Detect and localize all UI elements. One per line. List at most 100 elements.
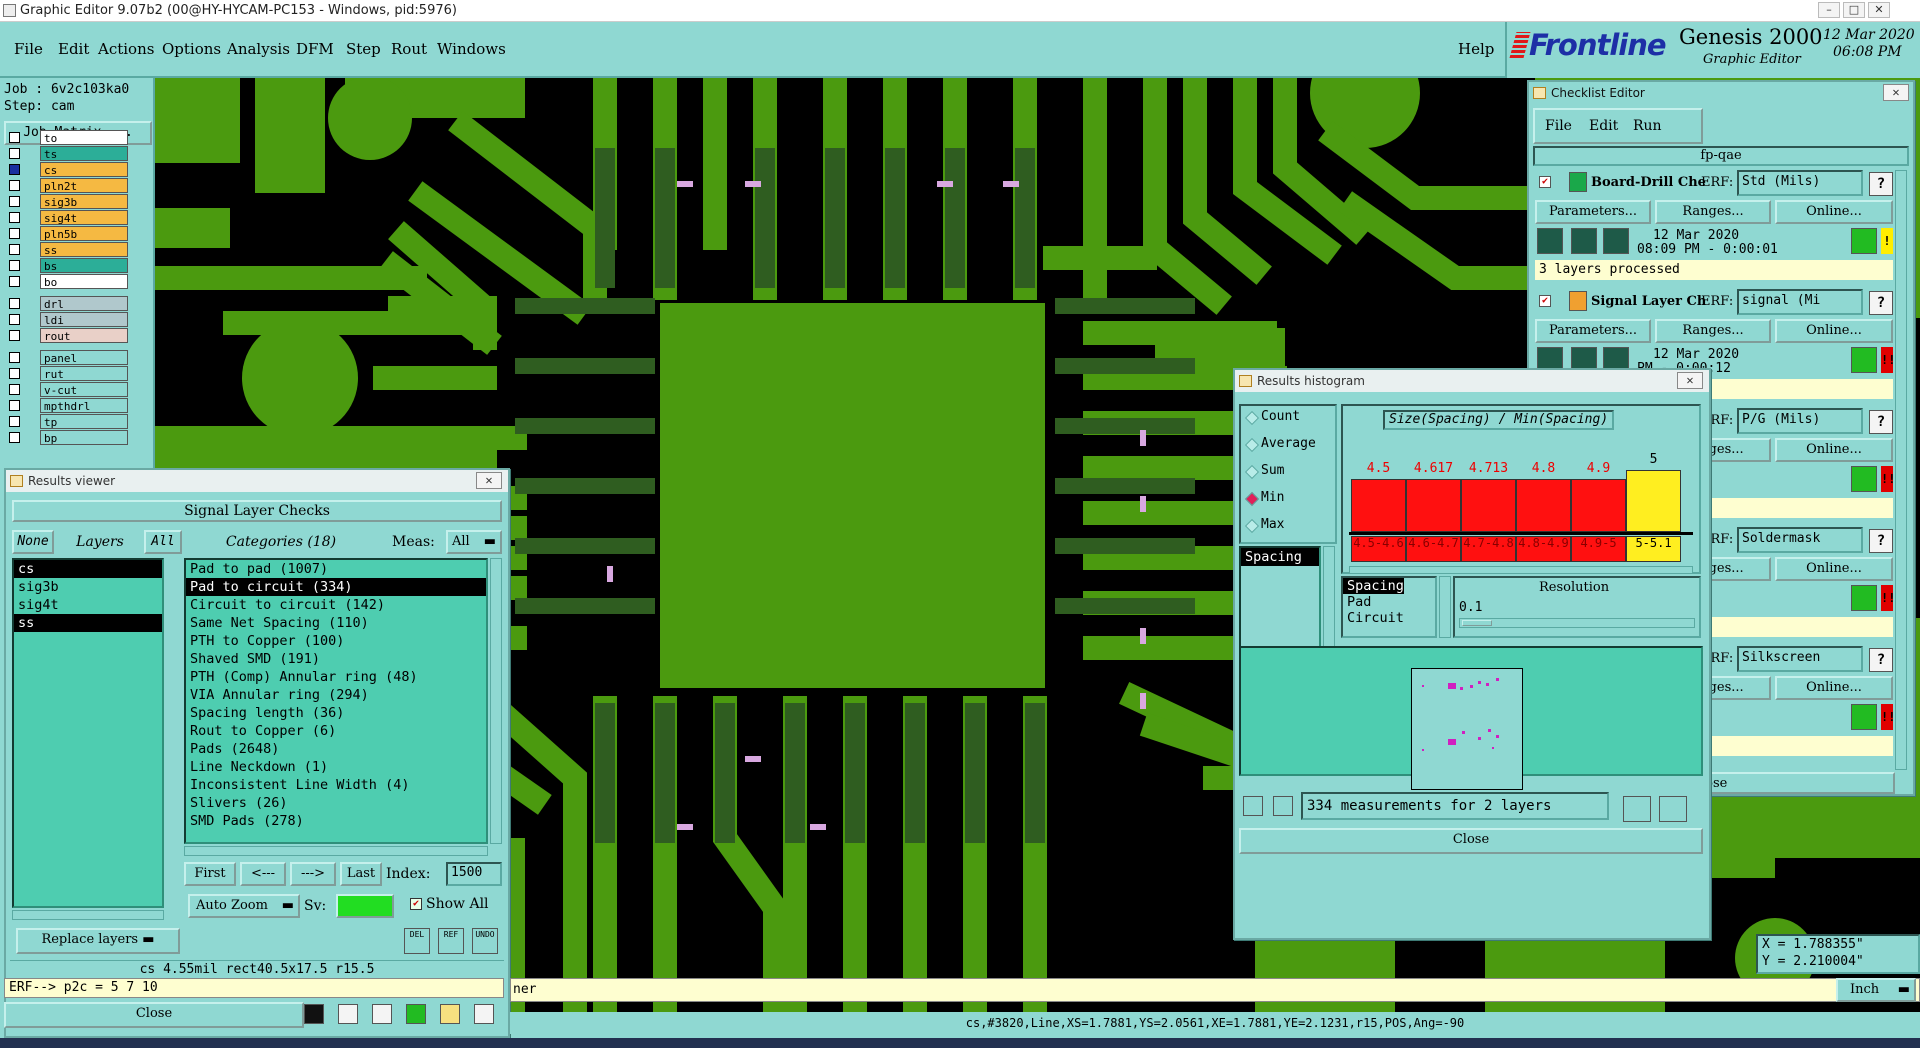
ranges-button[interactable]: Ranges... [1655,319,1771,343]
zoom-results-icon[interactable] [1851,347,1877,373]
ref-button[interactable] [1273,796,1293,816]
help-icon[interactable]: ? [1869,529,1893,553]
layer-checkbox[interactable] [9,400,20,411]
help-icon[interactable]: ? [1869,172,1893,196]
layer-checkbox[interactable] [9,244,20,255]
layer-checkbox[interactable] [9,276,20,287]
exclude-icon[interactable] [372,1004,392,1024]
layer-row-mpthdrl[interactable]: mpthdrl [6,398,128,413]
layer-hscrollbar[interactable] [12,910,164,920]
online-button[interactable]: Online... [1775,200,1893,224]
parameters-button[interactable]: Parameters... [1535,319,1651,343]
layer-checkbox[interactable] [9,416,20,427]
checklist-menu-run[interactable]: Run [1633,118,1662,134]
layer-checkbox[interactable] [9,432,20,443]
meas-dropdown[interactable]: All ▬ [446,530,502,554]
list-item[interactable]: Circuit [1343,610,1435,626]
layer-checkbox[interactable] [9,180,20,191]
undo-icon[interactable]: UNDO [472,928,498,954]
list-item[interactable]: Spacing [1241,548,1319,566]
list-item[interactable]: Spacing [1343,578,1404,594]
categories-list[interactable]: Pad to pad (1007) Pad to circuit (334) Cir… [184,558,488,844]
command-area[interactable]: ner [510,978,1920,1002]
list-item[interactable]: sig4t [14,596,162,614]
index-input[interactable]: 1500 [446,862,502,886]
notes-icon[interactable] [440,1004,460,1024]
menu-edit[interactable]: Edit [58,40,89,58]
layer-name[interactable]: tp [40,414,128,429]
layer-checkbox[interactable] [9,164,20,175]
ref-icon[interactable]: REF [438,928,464,954]
layer-name[interactable]: sig4t [40,210,128,225]
minimize-button[interactable]: – [1818,2,1840,18]
action-checkbox[interactable]: ✔ [1539,295,1551,307]
replace-layers-button[interactable]: Replace layers ▬ [16,928,180,954]
category-item[interactable]: Slivers (26) [186,794,486,812]
units-dropdown[interactable]: Inch ▬ [1836,978,1916,1002]
layer-name[interactable]: cs [40,162,128,177]
chart-scrollbar[interactable] [1349,566,1693,574]
maximize-button[interactable]: □ [1843,2,1865,18]
histogram-category-list[interactable]: Spacing [1239,546,1321,656]
menu-file[interactable]: File [14,40,43,58]
category-item[interactable]: Pad to pad (1007) [186,560,486,578]
category-item[interactable]: PTH to Copper (100) [186,632,486,650]
chart-icon[interactable] [474,1004,494,1024]
layer-row-pln5b[interactable]: pln5b [6,226,128,241]
export-icon[interactable] [1623,796,1651,822]
categories-hscrollbar[interactable] [184,846,488,856]
layer-checkbox[interactable] [9,132,20,143]
run-icon[interactable] [1537,228,1563,254]
layer-name[interactable]: to [40,130,128,145]
layer-checkbox[interactable] [9,298,20,309]
histogram-close-x[interactable]: ✕ [1677,372,1703,389]
layer-row-bs[interactable]: bs [6,258,128,273]
online-button[interactable]: Online... [1775,557,1893,581]
none-button[interactable]: None [12,530,54,554]
viewer-close-x[interactable]: ✕ [476,472,502,489]
layer-row-to[interactable]: to [6,130,128,145]
histogram-bar[interactable] [1461,479,1516,532]
erf-command-line[interactable]: ERF--> p2c = 5 7 10 [4,978,504,998]
run-all-icon[interactable] [1571,228,1597,254]
layer-name[interactable]: bs [40,258,128,273]
next-button[interactable]: ---> [290,862,336,886]
stop-icon[interactable] [1603,228,1629,254]
category-item[interactable]: Same Net Spacing (110) [186,614,486,632]
category-item[interactable]: Shaved SMD (191) [186,650,486,668]
layer-name[interactable]: bp [40,430,128,445]
category-item[interactable]: SMD Pads (278) [186,812,486,830]
layer-name[interactable]: sig3b [40,194,128,209]
erf-field[interactable]: P/G (Mils) [1737,408,1863,434]
category-item[interactable]: Circuit to circuit (142) [186,596,486,614]
prev-button[interactable]: <--- [240,862,286,886]
layer-name[interactable]: mpthdrl [40,398,128,413]
category-item[interactable]: VIA Annular ring (294) [186,686,486,704]
close-window-button[interactable]: ✕ [1868,2,1890,18]
show-all-checkbox[interactable]: ✔ [410,898,422,910]
del-icon[interactable]: DEL [404,928,430,954]
layer-checkbox[interactable] [9,228,20,239]
layer-row-cs[interactable]: cs [6,162,128,177]
first-button[interactable]: First [184,862,236,886]
online-button[interactable]: Online... [1775,319,1893,343]
online-button[interactable]: Online... [1775,676,1893,700]
viewer-close-button[interactable]: Close [4,1002,304,1028]
zoom-results-icon[interactable] [1851,466,1877,492]
category-item[interactable]: Line Neckdown (1) [186,758,486,776]
zoom-results-icon[interactable] [1851,585,1877,611]
last-button[interactable]: Last [340,862,382,886]
menu-options[interactable]: Options [162,40,221,58]
measure-scrollbar[interactable] [1439,576,1451,638]
del-button[interactable] [1243,796,1263,816]
all-button[interactable]: All [144,530,182,554]
menu-rout[interactable]: Rout [391,40,427,58]
zoom-results-icon[interactable] [1851,704,1877,730]
list-item[interactable]: cs [14,560,162,578]
layer-checkbox[interactable] [9,212,20,223]
list-item[interactable]: ss [14,614,162,632]
category-item[interactable]: PTH (Comp) Annular ring (48) [186,668,486,686]
layer-name[interactable]: rout [40,328,128,343]
category-item[interactable]: Inconsistent Line Width (4) [186,776,486,794]
viewer-layer-list[interactable]: cs sig3b sig4t ss [12,558,164,908]
